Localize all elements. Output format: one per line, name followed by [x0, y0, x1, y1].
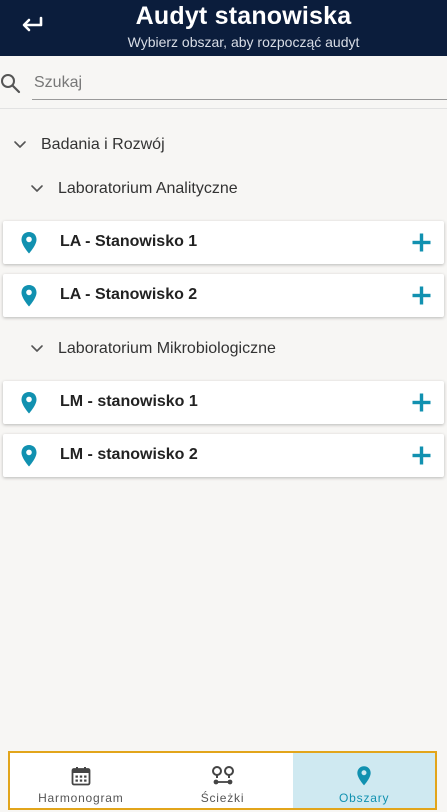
- tree-node-group[interactable]: Laboratorium Analityczne: [30, 180, 238, 198]
- tab-sciezki[interactable]: Ścieżki: [152, 753, 294, 808]
- chevron-down-icon: [14, 141, 26, 148]
- divider: [0, 108, 447, 109]
- tree-node-label: Laboratorium Analityczne: [58, 180, 238, 197]
- tree-node-group[interactable]: Laboratorium Mikrobiologiczne: [30, 340, 276, 358]
- tree-node-root[interactable]: Badania i Rozwój: [13, 136, 165, 154]
- area-card-label: LM - stanowisko 1: [60, 393, 198, 410]
- area-card-label: LA - Stanowisko 2: [60, 286, 198, 303]
- app-header: Audyt stanowiska Wybierz obszar, aby roz…: [0, 0, 447, 56]
- location-pin-icon: [21, 392, 37, 414]
- tab-harmonogram[interactable]: Harmonogram: [10, 753, 152, 808]
- chevron-down-icon: [31, 185, 43, 192]
- tree-node-label: Laboratorium Mikrobiologiczne: [58, 340, 276, 357]
- page-title: Audyt stanowiska: [135, 2, 352, 30]
- bottom-tab-bar: Harmonogram Ścieżki Obszary: [8, 751, 437, 810]
- add-icon[interactable]: [412, 286, 431, 305]
- chevron-down-icon: [31, 345, 43, 352]
- area-card-label: LA - Stanowisko 1: [60, 233, 198, 250]
- search-bar: [0, 56, 447, 110]
- route-icon: [211, 766, 234, 785]
- area-card[interactable]: LA - Stanowisko 2: [3, 274, 444, 317]
- tree-node-label: Badania i Rozwój: [41, 136, 165, 153]
- location-pin-icon: [21, 232, 37, 254]
- area-card[interactable]: LM - stanowisko 1: [3, 381, 444, 424]
- add-icon[interactable]: [412, 446, 431, 465]
- location-pin-icon: [357, 766, 371, 786]
- location-pin-icon: [21, 445, 37, 467]
- calendar-icon: [71, 767, 91, 786]
- add-icon[interactable]: [412, 393, 431, 412]
- area-card-label: LM - stanowisko 2: [60, 446, 198, 463]
- tab-obszary[interactable]: Obszary: [293, 753, 436, 808]
- tab-label: Obszary: [339, 791, 390, 805]
- area-card[interactable]: LA - Stanowisko 1: [3, 221, 444, 264]
- search-input[interactable]: [32, 66, 447, 100]
- page-subtitle: Wybierz obszar, aby rozpocząć audyt: [127, 34, 360, 50]
- location-pin-icon: [21, 285, 37, 307]
- area-card[interactable]: LM - stanowisko 2: [3, 434, 444, 477]
- tab-label: Ścieżki: [200, 791, 245, 805]
- tab-label: Harmonogram: [38, 791, 124, 805]
- search-icon: [1, 74, 21, 94]
- add-icon[interactable]: [412, 233, 431, 252]
